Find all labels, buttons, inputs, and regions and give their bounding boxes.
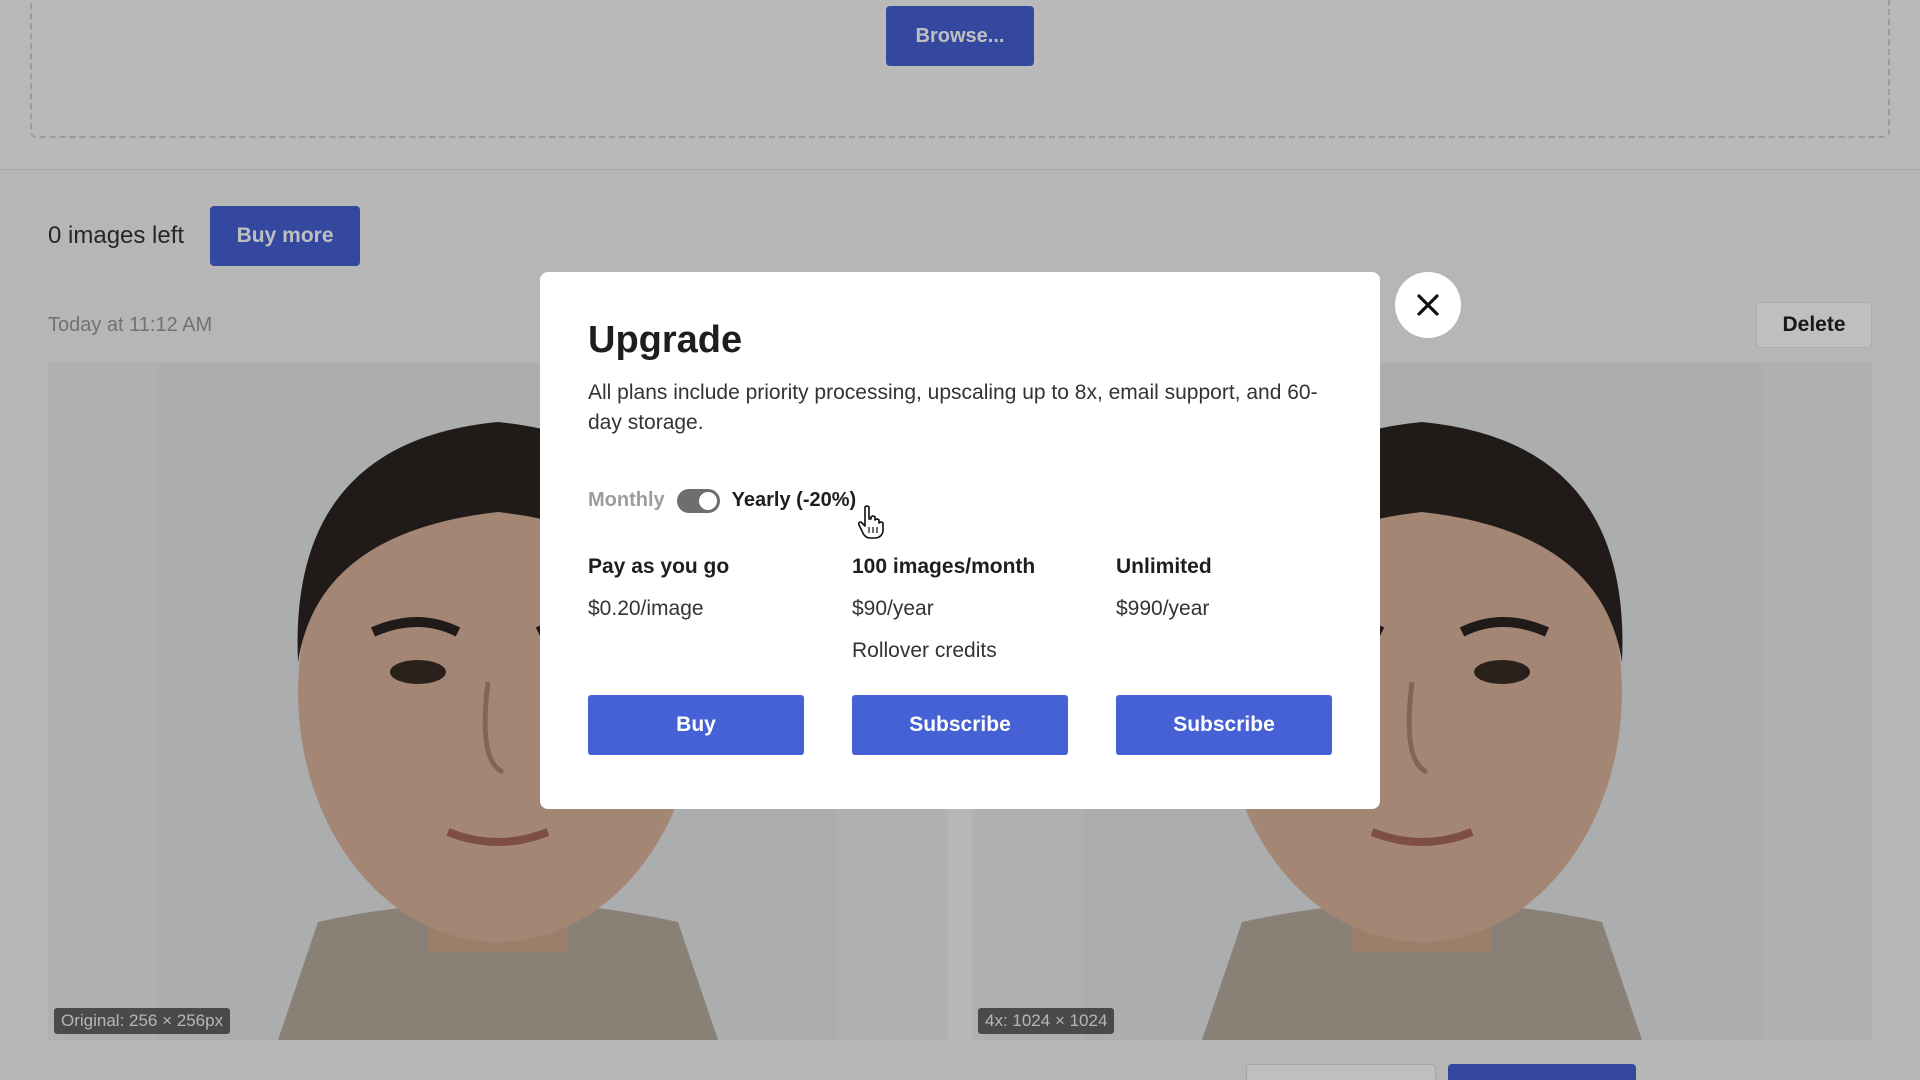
modal-title: Upgrade xyxy=(588,319,743,361)
plan-pay-as-you-go: Pay as you go $0.20/image Buy xyxy=(588,555,804,755)
plan-100-images: 100 images/month $90/year Rollover credi… xyxy=(852,555,1068,755)
plan-price: $0.20/image xyxy=(588,596,704,620)
plan-name: Unlimited xyxy=(1116,554,1212,578)
billing-yearly-label[interactable]: Yearly (-20%) xyxy=(732,489,857,512)
plan-name: Pay as you go xyxy=(588,554,730,578)
subscribe-100-button[interactable]: Subscribe xyxy=(852,694,1068,755)
billing-period-toggle[interactable] xyxy=(676,488,720,513)
hand-pointer-cursor-icon xyxy=(858,505,884,539)
upgrade-modal: Upgrade All plans include priority proce… xyxy=(540,272,1380,809)
plans-grid: Pay as you go $0.20/image Buy 100 images… xyxy=(588,555,1332,755)
billing-toggle-row: Monthly Yearly (-20%) xyxy=(588,488,1332,513)
modal-description: All plans include priority processing, u… xyxy=(588,380,1318,435)
plan-price: $990/year xyxy=(1116,596,1210,620)
plan-extra xyxy=(588,639,804,663)
plan-price: $90/year xyxy=(852,596,934,620)
close-modal-button[interactable] xyxy=(1395,272,1461,338)
close-icon xyxy=(1417,294,1439,316)
buy-button[interactable]: Buy xyxy=(588,694,804,755)
billing-monthly-label[interactable]: Monthly xyxy=(588,489,665,512)
toggle-knob xyxy=(698,491,717,510)
plan-extra xyxy=(1116,639,1332,663)
plan-name: 100 images/month xyxy=(852,554,1036,578)
plan-unlimited: Unlimited $990/year Subscribe xyxy=(1116,555,1332,755)
subscribe-unlimited-button[interactable]: Subscribe xyxy=(1116,694,1332,755)
plan-extra: Rollover credits xyxy=(852,638,997,662)
